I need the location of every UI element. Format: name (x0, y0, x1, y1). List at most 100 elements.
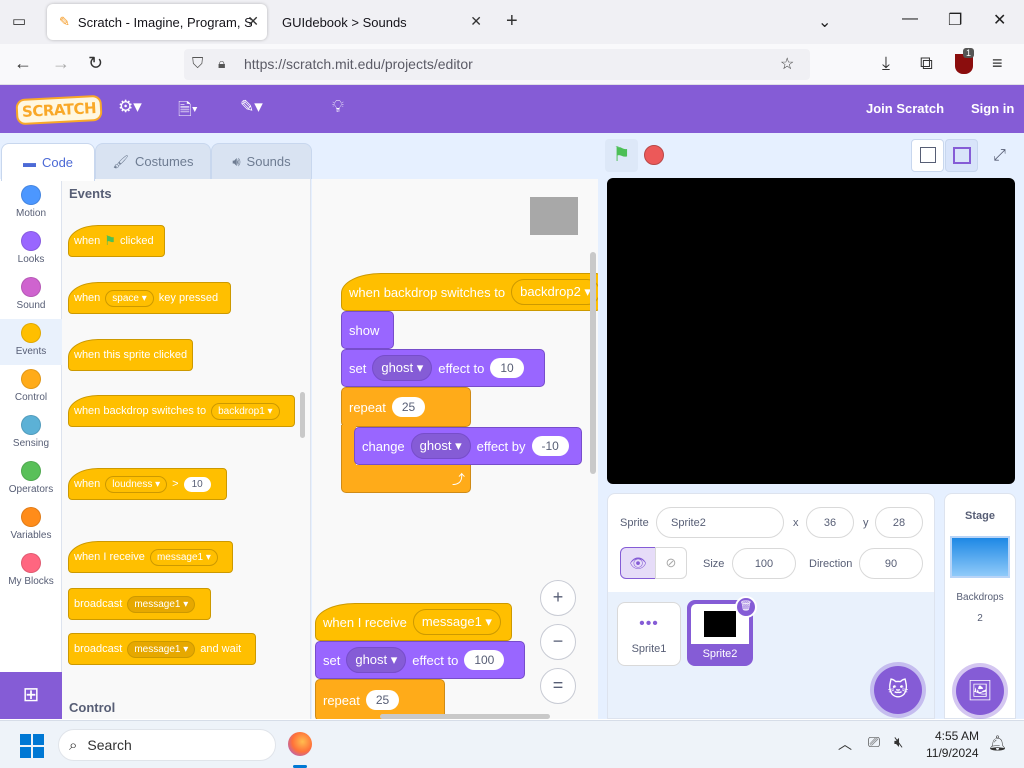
change-effect-block[interactable]: change ghost ▾ effect by -10 (354, 427, 582, 465)
tab-costumes[interactable]: 🖌︎ Costumes (95, 143, 211, 179)
maximize-icon[interactable]: ❐ (948, 10, 962, 30)
repeat-block[interactable]: repeat 25 (341, 387, 471, 427)
new-tab-button[interactable]: + (506, 10, 518, 33)
when-backdrop-switches-block[interactable]: when backdrop switches to backdrop1 ▾ (68, 395, 295, 427)
when-i-receive-hat[interactable]: when I receive message1 ▾ (315, 603, 512, 641)
windows-start-icon[interactable] (20, 734, 44, 758)
repeat-count-input[interactable]: 25 (365, 690, 400, 710)
close-tab-icon[interactable]: ✕ (470, 13, 482, 30)
network-icon[interactable]: ⎚ (868, 734, 880, 751)
when-i-receive-block[interactable]: when I receive message1 ▾ (68, 541, 233, 573)
effect-dropdown[interactable]: ghost ▾ (410, 433, 471, 459)
join-scratch-link[interactable]: Join Scratch (866, 101, 944, 116)
taskbar-search-box[interactable]: ⌕ Search (58, 729, 276, 761)
clock-time[interactable]: 4:55 AM (935, 729, 979, 743)
tray-chevron-up-icon[interactable]: ︿ (838, 734, 852, 754)
set-effect-block[interactable]: set ghost ▾ effect to 100 (315, 641, 525, 679)
category-looks[interactable]: Looks (0, 227, 62, 273)
category-events[interactable]: Events (0, 319, 62, 365)
direction-input[interactable]: 90 (859, 548, 923, 579)
backdrop-dropdown[interactable]: backdrop1 ▾ (211, 402, 280, 420)
category-my-blocks[interactable]: My Blocks (0, 549, 62, 595)
list-all-tabs-icon[interactable]: ▭ (12, 12, 26, 30)
choose-backdrop-button[interactable]: 🖼︎ (956, 667, 1004, 715)
edit-pencil-icon[interactable]: ✎▾ (240, 97, 263, 117)
message-dropdown[interactable]: message1 ▾ (127, 595, 196, 613)
hide-sprite-button[interactable]: ⊘ (655, 547, 687, 579)
zoom-reset-button[interactable]: = (540, 668, 576, 704)
message-dropdown[interactable]: message1 ▾ (149, 548, 218, 566)
normal-stage-button[interactable] (945, 139, 978, 172)
show-sprite-button[interactable]: 👁︎ (620, 547, 656, 579)
zoom-in-button[interactable]: + (540, 580, 576, 616)
loudness-value-input[interactable]: 10 (183, 476, 211, 492)
notifications-bell-icon[interactable]: 🔔︎ (988, 734, 1007, 752)
close-window-icon[interactable]: ✕ (993, 10, 1006, 30)
category-variables[interactable]: Variables (0, 503, 62, 549)
downloads-icon[interactable]: ⤓ (882, 53, 890, 74)
tab-guidebook[interactable]: GUIdebook > Sounds ✕ (270, 4, 490, 40)
scratch-logo[interactable]: SCRATCH (15, 94, 103, 126)
x-input[interactable]: 36 (806, 507, 854, 538)
stop-button[interactable] (644, 145, 664, 165)
when-key-pressed-block[interactable]: when space ▾ key pressed (68, 282, 231, 314)
bookmark-star-icon[interactable]: ☆ (780, 54, 794, 74)
palette-scrollbar[interactable] (300, 392, 305, 438)
lock-icon[interactable]: 🔒︎ (218, 55, 225, 72)
category-motion[interactable]: Motion (0, 181, 62, 227)
key-dropdown[interactable]: space ▾ (105, 289, 154, 307)
when-flag-clicked-block[interactable]: when ⚑ clicked (68, 225, 165, 257)
script-horizontal-scrollbar[interactable] (380, 714, 550, 719)
reload-icon[interactable]: ↻ (88, 53, 103, 74)
category-control[interactable]: Control (0, 365, 62, 411)
effect-dropdown[interactable]: ghost ▾ (346, 647, 407, 673)
repeat-block[interactable]: repeat 25 (315, 679, 445, 719)
choose-sprite-button[interactable]: 🐱︎ (874, 666, 922, 714)
sprite-card-sprite2[interactable]: Sprite2 🗑︎ (687, 596, 757, 666)
sensor-dropdown[interactable]: loudness ▾ (105, 475, 168, 493)
green-flag-button[interactable]: ⚑ (605, 139, 638, 172)
tutorials-lightbulb-icon[interactable]: 💡︎ (332, 97, 344, 117)
back-arrow-icon[interactable]: ← (14, 53, 32, 74)
sign-in-link[interactable]: Sign in (971, 101, 1014, 116)
tab-code[interactable]: ▬ Code (1, 143, 95, 181)
address-bar[interactable]: ⛉ 🔒︎ https://scratch.mit.edu/projects/ed… (184, 49, 810, 80)
hamburger-menu-icon[interactable]: ≡ (992, 53, 1003, 74)
script-vertical-scrollbar[interactable] (590, 252, 596, 474)
when-sprite-clicked-block[interactable]: when this sprite clicked (68, 339, 193, 371)
minimize-icon[interactable]: — (902, 10, 918, 28)
sprite-name-input[interactable]: Sprite2 (656, 507, 784, 538)
effect-value-input[interactable]: 100 (464, 650, 505, 670)
url-text[interactable]: https://scratch.mit.edu/projects/editor (244, 56, 473, 72)
sprite-card-sprite1[interactable]: ••• Sprite1 (617, 602, 681, 666)
close-tab-icon[interactable]: ✕ (247, 13, 259, 30)
firefox-taskbar-icon[interactable] (288, 732, 312, 756)
repeat-count-input[interactable]: 25 (391, 397, 426, 417)
y-input[interactable]: 28 (875, 507, 923, 538)
backdrop-dropdown[interactable]: backdrop2 ▾ (511, 279, 598, 305)
volume-muted-icon[interactable]: 🔇︎ (894, 734, 903, 751)
extensions-icon[interactable]: ⧉ (920, 53, 933, 74)
effect-value-input[interactable]: 10 (490, 358, 524, 378)
message-dropdown[interactable]: message1 ▾ (127, 640, 196, 658)
set-effect-block[interactable]: set ghost ▾ effect to 10 (341, 349, 545, 387)
forward-arrow-icon[interactable]: → (52, 53, 70, 74)
delete-sprite-trash-icon[interactable]: 🗑︎ (735, 596, 757, 618)
category-sensing[interactable]: Sensing (0, 411, 62, 457)
tab-scratch[interactable]: ✎ Scratch - Imagine, Program, Sh ✕ (47, 4, 267, 40)
add-extension-button[interactable]: ⊞ (0, 672, 62, 719)
file-menu-icon[interactable]: 🗎︎▾ (178, 97, 198, 126)
show-block[interactable]: show (341, 311, 394, 349)
when-backdrop-switches-hat[interactable]: when backdrop switches to backdrop2 ▾ (341, 273, 598, 311)
size-input[interactable]: 100 (732, 548, 796, 579)
effect-dropdown[interactable]: ghost ▾ (372, 355, 433, 381)
broadcast-and-wait-block[interactable]: broadcast message1 ▾ and wait (68, 633, 256, 665)
ublock-icon[interactable]: 1 (955, 48, 975, 74)
fullscreen-button[interactable]: ⤢ (983, 139, 1016, 172)
stage-canvas[interactable] (607, 178, 1015, 484)
broadcast-block[interactable]: broadcast message1 ▾ (68, 588, 211, 620)
category-sound[interactable]: Sound (0, 273, 62, 319)
tab-sounds[interactable]: 🔊︎ Sounds (211, 143, 312, 179)
small-stage-button[interactable] (911, 139, 944, 172)
change-value-input[interactable]: -10 (531, 436, 569, 456)
